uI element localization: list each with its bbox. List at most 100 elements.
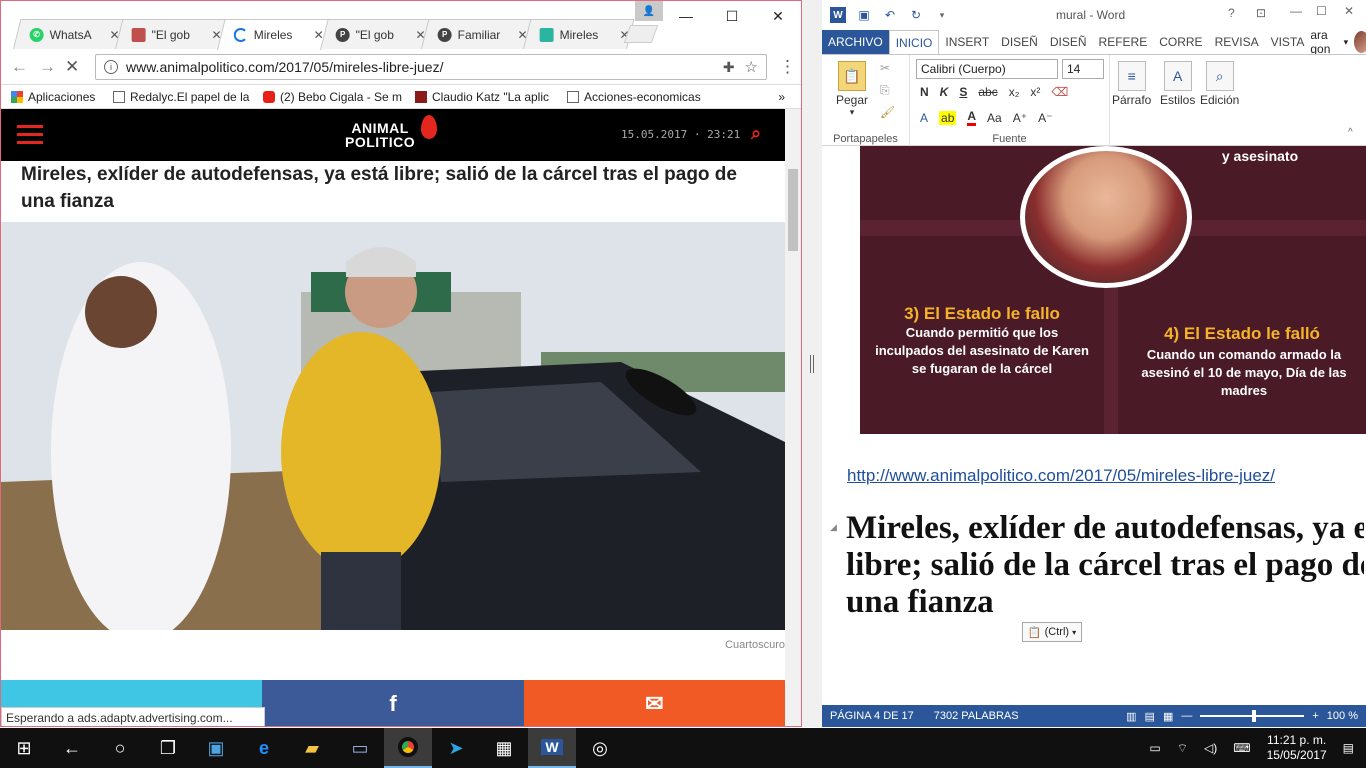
tab-mireles-active[interactable]: Mireles ✕ — [217, 19, 329, 50]
tab-design[interactable]: DISEÑ — [995, 35, 1044, 49]
edge-icon[interactable]: e — [240, 728, 288, 768]
save-icon[interactable]: ▣ — [856, 7, 872, 23]
tab-mailings[interactable]: CORRE — [1153, 35, 1208, 49]
shrink-font-icon[interactable]: A⁻ — [1038, 111, 1052, 125]
font-size-box[interactable]: 14 — [1062, 59, 1104, 79]
grow-font-icon[interactable]: A⁺ — [1013, 111, 1027, 125]
bookmark-redalyc[interactable]: Redalyc.El papel de la — [113, 90, 253, 104]
forward-arrow-icon[interactable]: → — [39, 57, 56, 77]
collapse-ribbon-icon[interactable]: ^ — [1348, 127, 1353, 138]
site-logo[interactable]: ANIMAL POLITICO — [345, 115, 437, 149]
close-icon[interactable]: ✕ — [314, 28, 324, 42]
star-icon[interactable]: ☆ — [745, 58, 758, 76]
word-count[interactable]: 7302 PALABRAS — [934, 710, 1019, 722]
back-arrow-icon[interactable]: ← — [11, 57, 28, 77]
divider-grip-icon[interactable] — [810, 355, 814, 373]
profile-icon[interactable]: 👤 — [635, 1, 663, 21]
styles-button[interactable]: A Estilos — [1160, 61, 1195, 107]
maximize-button[interactable]: ☐ — [709, 1, 755, 31]
control-panel-icon[interactable]: ▣ — [192, 728, 240, 768]
tab-file[interactable]: ARCHIVO — [822, 30, 889, 54]
italic-icon[interactable]: K — [940, 85, 949, 99]
zoom-slider-knob[interactable] — [1252, 710, 1257, 722]
cut-icon[interactable]: ✂ — [880, 61, 890, 75]
undo-icon[interactable]: ↶ — [882, 7, 898, 23]
superscript-icon[interactable]: x² — [1030, 85, 1040, 99]
back-arrow-icon[interactable]: ← — [48, 728, 96, 768]
system-clock[interactable]: 11:21 p. m. 15/05/2017 — [1267, 733, 1327, 763]
hamburger-menu-icon[interactable] — [17, 125, 43, 145]
paste-button[interactable]: 📋 Pegar ▾ — [836, 61, 868, 118]
task-view-icon[interactable]: ❐ — [144, 728, 192, 768]
tab-view[interactable]: VISTA — [1265, 35, 1311, 49]
clear-format-icon[interactable]: ⌫ — [1051, 85, 1068, 99]
cortana-icon[interactable]: ○ — [96, 728, 144, 768]
telegram-icon[interactable]: ➤ — [432, 728, 480, 768]
snap-divider[interactable] — [802, 0, 822, 727]
keyboard-icon[interactable]: ⌨ — [1233, 741, 1250, 755]
scrollbar-thumb[interactable] — [788, 169, 798, 251]
facebook-share-button[interactable]: f — [262, 680, 524, 726]
battery-icon[interactable]: ▭ — [1149, 741, 1160, 755]
tab-whatsapp[interactable]: ✆ WhatsA ✕ — [13, 19, 125, 49]
search-icon[interactable]: ⌕ — [751, 123, 761, 144]
strikethrough-icon[interactable]: abc — [978, 85, 997, 99]
word-taskbar-icon[interactable]: W — [528, 728, 576, 768]
underline-icon[interactable]: S — [959, 85, 967, 99]
zoom-level[interactable]: 100 % — [1327, 710, 1358, 722]
editing-button[interactable]: ⌕ Edición — [1200, 61, 1239, 107]
copy-icon[interactable]: ⎘ — [880, 83, 890, 98]
tab-insert[interactable]: INSERT — [939, 35, 995, 49]
volume-icon[interactable]: ◁) — [1204, 741, 1217, 755]
zoom-in-icon[interactable]: + — [1312, 710, 1318, 722]
print-layout-icon[interactable]: ▤ — [1145, 710, 1155, 723]
tab-familiar[interactable]: P Familiar ✕ — [421, 19, 533, 49]
maximize-button[interactable]: ☐ — [1316, 4, 1327, 18]
menu-dots-icon[interactable]: ⋮ — [779, 57, 796, 77]
close-button[interactable]: ✕ — [1344, 4, 1354, 18]
subscript-icon[interactable]: x₂ — [1009, 85, 1020, 99]
tab-home[interactable]: INICIO — [888, 30, 940, 54]
zoom-slider[interactable] — [1200, 710, 1305, 722]
highlight-icon[interactable]: ab — [939, 110, 957, 125]
bookmark-acciones[interactable]: Acciones-economicas — [567, 90, 717, 104]
change-case-icon[interactable]: Aa — [987, 111, 1002, 125]
user-account[interactable]: ara gon ▾ — [1310, 28, 1366, 56]
help-icon[interactable]: ? — [1228, 6, 1235, 20]
bold-icon[interactable]: N — [920, 85, 929, 99]
network-drive-icon[interactable]: ▭ — [336, 728, 384, 768]
tab-review[interactable]: REVISA — [1209, 35, 1265, 49]
text-effects-icon[interactable]: A — [920, 111, 928, 125]
tab-el-gob-2[interactable]: P "El gob ✕ — [319, 19, 431, 49]
tab-references[interactable]: REFERE — [1093, 35, 1154, 49]
more-bookmarks-icon[interactable]: » — [778, 90, 785, 104]
file-explorer-icon[interactable]: ▰ — [288, 728, 336, 768]
web-layout-icon[interactable]: ▦ — [1163, 710, 1173, 723]
bookmark-claudio-katz[interactable]: Claudio Katz "La aplic — [415, 90, 557, 104]
collapse-heading-icon[interactable]: ◢ — [830, 522, 837, 533]
bookmark-apps[interactable]: Aplicaciones — [11, 90, 103, 104]
stop-icon[interactable]: ✕ — [65, 57, 79, 77]
bookmark-youtube[interactable]: (2) Bebo Cigala - Se m — [263, 90, 405, 104]
close-button[interactable]: ✕ — [755, 1, 801, 31]
page-count[interactable]: PÁGINA 4 DE 17 — [830, 710, 914, 722]
zoom-out-icon[interactable]: — — [1181, 710, 1192, 722]
tab-mireles-2[interactable]: Mireles ✕ — [523, 19, 635, 49]
font-name-box[interactable]: Calibri (Cuerpo) — [916, 59, 1058, 79]
minimize-button[interactable]: — — [1290, 4, 1302, 18]
tab-el-gob-1[interactable]: "El gob ✕ — [115, 19, 227, 49]
wifi-icon[interactable]: ⌔ — [1177, 741, 1188, 756]
tab-layout[interactable]: DISEÑ — [1044, 35, 1093, 49]
ribbon-display-icon[interactable]: ⊡ — [1256, 6, 1266, 20]
chrome-taskbar-icon[interactable] — [384, 728, 432, 768]
windows-start-icon[interactable]: ⊞ — [0, 728, 48, 768]
paragraph-button[interactable]: ≡ Párrafo — [1112, 61, 1151, 107]
calculator-icon[interactable]: ▦ — [480, 728, 528, 768]
document-hyperlink[interactable]: http://www.animalpolitico.com/2017/05/mi… — [847, 466, 1275, 486]
notifications-icon[interactable]: ▤ — [1343, 741, 1354, 755]
font-color-icon[interactable]: A — [967, 109, 977, 126]
info-icon[interactable]: i — [104, 60, 118, 74]
page-scrollbar[interactable] — [785, 109, 801, 726]
redo-icon[interactable]: ↻ — [908, 7, 924, 23]
media-player-icon[interactable]: ◎ — [576, 728, 624, 768]
